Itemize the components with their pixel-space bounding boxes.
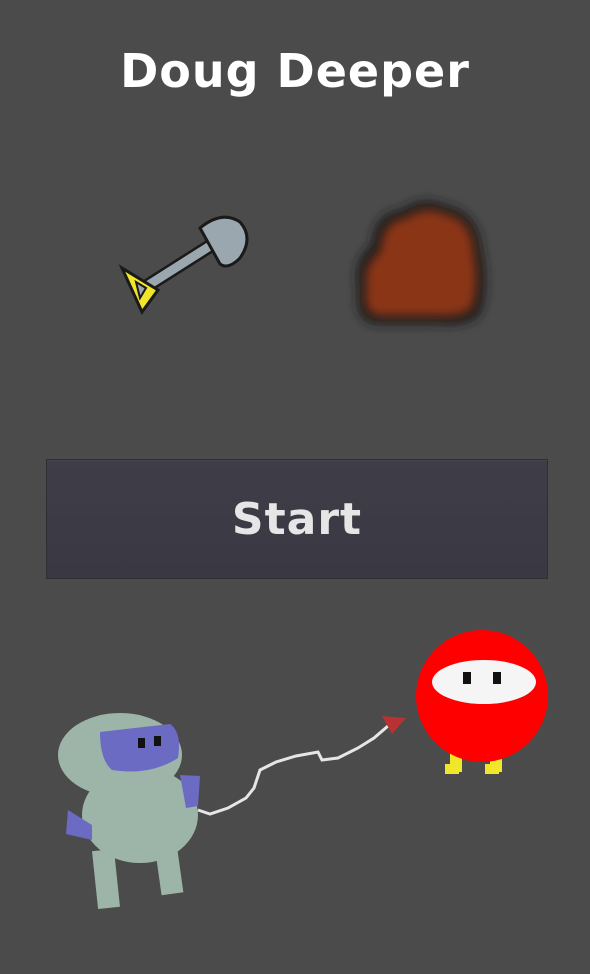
red-enemy-sprite bbox=[416, 630, 548, 774]
dirt-block-icon bbox=[344, 190, 499, 340]
shovel-icon bbox=[118, 215, 249, 315]
doug-player-sprite bbox=[58, 713, 200, 909]
start-button[interactable]: Start bbox=[46, 459, 548, 579]
game-preview-scene bbox=[58, 630, 548, 909]
start-button-label: Start bbox=[231, 493, 363, 545]
game-title: Doug Deeper bbox=[120, 44, 470, 98]
